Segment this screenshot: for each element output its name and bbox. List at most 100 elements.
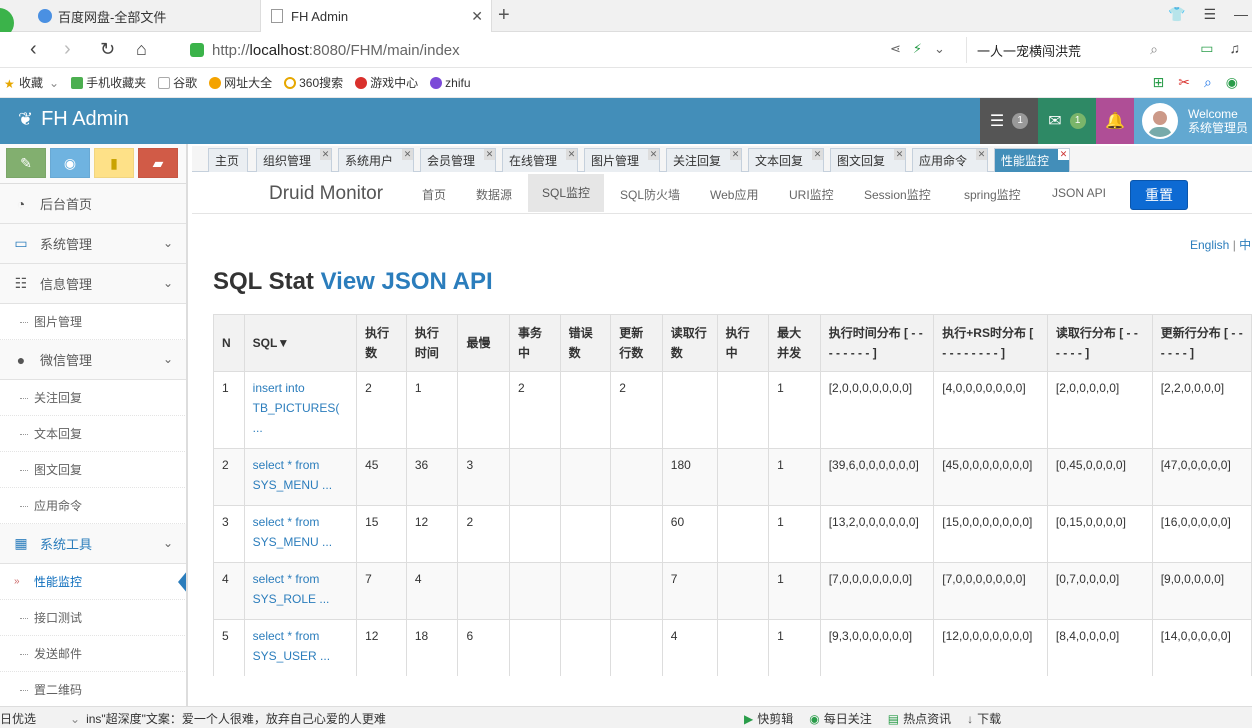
druid-nav-session[interactable]: Session监控 [864,186,931,203]
close-icon[interactable]: ✕ [566,149,577,160]
sidebar-subitem-qrcode[interactable]: 置二维码 [0,672,187,708]
battery-icon[interactable]: ▭ [1200,40,1213,57]
browser-tab-fhadmin[interactable]: FH Admin ✕ [260,0,492,32]
druid-nav-json[interactable]: JSON API [1052,186,1106,200]
shortcut-eye-button[interactable]: ◉ [50,148,90,178]
content-tab[interactable]: 文本回复 ✕ [748,148,824,172]
status-item[interactable]: ▶ 快剪辑 [744,710,793,727]
bookmark-item[interactable]: 360搜索 [284,74,343,91]
sql-link[interactable]: insert into TB_PICTURES( ... [253,381,340,435]
druid-nav-webapp[interactable]: Web应用 [710,186,758,203]
browser-tab-baidu[interactable]: 百度网盘-全部文件 [30,0,258,32]
game-icon[interactable]: ◉ [1226,74,1238,91]
sidebar-subitem-news-reply[interactable]: 图文回复 [0,452,187,488]
content-tab-active[interactable]: 性能监控 ✕ [994,148,1070,172]
minimize-icon[interactable]: — [1234,6,1248,23]
druid-nav-datasource[interactable]: 数据源 [476,186,512,203]
sidebar-subitem-pictures[interactable]: 图片管理 [0,304,187,340]
col-header[interactable]: N [213,314,245,372]
sidebar-subitem-api-test[interactable]: 接口测试 [0,600,187,636]
bookmark-item[interactable]: 游戏中心 [355,74,418,91]
shortcut-folder-button[interactable]: ▰ [138,148,178,178]
col-header[interactable]: SQL▼ [243,314,358,372]
col-header[interactable]: 更新行数 [610,314,663,372]
news-ticker[interactable]: ⌄ ins"超深度"文案：爱一个人很难，放弃自己心爱的人更难 [70,710,386,727]
search-tool-icon[interactable]: ⌕ [1204,74,1212,91]
content-tab[interactable]: 图文回复 ✕ [830,148,906,172]
close-icon[interactable]: ✕ [812,149,823,160]
sql-link[interactable]: select * from SYS_USER ... [253,629,330,663]
reset-button[interactable]: 重置 [1130,180,1188,210]
bookmark-item[interactable]: ★ 收藏 ⌄ [4,74,59,91]
sidebar-item-tools[interactable]: ▦ 系统工具 ⌄ [0,524,187,564]
sidebar-item-system[interactable]: ▭ 系统管理 ⌄ [0,224,187,264]
bookmark-item[interactable]: 手机收藏夹 [71,74,146,91]
col-header[interactable]: 执行时间分布 [ - - - - - - - - ] [819,314,935,372]
sidebar-item-info[interactable]: ☷ 信息管理 ⌄ [0,264,187,304]
content-tab[interactable]: 会员管理 ✕ [420,148,496,172]
bookmark-item[interactable]: 谷歌 [158,74,197,91]
close-icon[interactable]: ✕ [730,149,741,160]
shortcut-pencil-button[interactable]: ✎ [6,148,46,178]
lang-english-link[interactable]: English [1190,238,1229,252]
sidebar-subitem-performance[interactable]: » 性能监控 [0,564,188,600]
close-icon[interactable]: ✕ [484,149,495,160]
col-header[interactable]: 读取行数 [661,314,718,372]
bookmark-item[interactable]: zhifu [430,76,471,90]
col-header[interactable]: 更新行分布 [ - - - - - - ] [1151,314,1252,372]
lang-chinese-link[interactable]: 中 [1239,238,1251,252]
sidebar-subitem-follow-reply[interactable]: 关注回复 [0,380,187,416]
search-input[interactable]: 一人一宠横闯洪荒 ⌕ [966,37,1166,63]
sidebar-subitem-text-reply[interactable]: 文本回复 [0,416,187,452]
content-tab[interactable]: 图片管理 ✕ [584,148,660,172]
status-item[interactable]: ◉ 每日关注 [809,710,872,727]
druid-nav-uri[interactable]: URI监控 [789,186,834,203]
user-menu[interactable]: Welcome 系统管理员 [1134,98,1252,144]
close-tab-icon[interactable]: ✕ [471,8,483,25]
content-tab[interactable]: 关注回复 ✕ [666,148,742,172]
sql-link[interactable]: select * from SYS_MENU ... [253,515,332,549]
url-field[interactable]: http://localhost:8080/FHM/main/index [190,37,960,63]
col-header[interactable]: 执行数 [356,314,407,372]
new-tab-icon[interactable]: + [498,4,510,27]
dropdown-icon[interactable]: ⌄ [934,41,945,57]
content-tab[interactable]: 在线管理 ✕ [502,148,578,172]
close-icon[interactable]: ✕ [402,149,413,160]
druid-nav-spring[interactable]: spring监控 [964,186,1021,203]
druid-nav-home[interactable]: 首页 [422,186,446,203]
sql-link[interactable]: select * from SYS_ROLE ... [253,572,330,606]
col-header[interactable]: 事务中 [509,314,561,372]
share-icon[interactable]: ⋖ [890,41,901,57]
content-tab[interactable]: 系统用户 ✕ [338,148,414,172]
forward-icon[interactable]: › [64,38,71,61]
translate-icon[interactable]: ⊞ [1152,74,1164,91]
sidebar-item-wechat[interactable]: ● 微信管理 ⌄ [0,340,187,380]
col-header[interactable]: 错误数 [559,314,612,372]
col-header[interactable]: 最大并发 [768,314,821,372]
col-header[interactable]: 最慢 [457,314,511,372]
close-icon[interactable]: ✕ [648,149,659,160]
tasks-button[interactable]: ☰ 1 [980,98,1038,144]
close-icon[interactable]: ✕ [320,149,331,160]
close-icon[interactable]: ✕ [1058,149,1069,160]
headset-icon[interactable]: ♫ [1230,40,1241,57]
reload-icon[interactable]: ↻ [100,39,115,60]
status-item[interactable]: ▤ 热点资讯 [888,710,951,727]
mail-button[interactable]: ✉ 1 [1038,98,1096,144]
col-header[interactable]: 读取行分布 [ - - - - - - ] [1046,314,1153,372]
scissors-icon[interactable]: ✂ [1178,74,1190,91]
close-icon[interactable]: ✕ [976,149,987,160]
druid-nav-sql[interactable]: SQL监控 [528,174,605,212]
view-json-api-link[interactable]: View JSON API [321,268,493,295]
sidebar-subitem-send-mail[interactable]: 发送邮件 [0,636,187,672]
druid-nav-wall[interactable]: SQL防火墙 [620,186,680,203]
back-icon[interactable]: ‹ [30,38,37,61]
shortcut-book-button[interactable]: ▮ [94,148,134,178]
content-tab[interactable]: 组织管理 ✕ [256,148,332,172]
druid-brand[interactable]: Druid Monitor [269,183,383,205]
content-tab[interactable]: 应用命令 ✕ [912,148,988,172]
col-header[interactable]: 执行时间 [405,314,459,372]
home-icon[interactable]: ⌂ [136,39,147,60]
col-header[interactable]: 执行中 [716,314,770,372]
sql-link[interactable]: select * from SYS_MENU ... [253,458,332,492]
